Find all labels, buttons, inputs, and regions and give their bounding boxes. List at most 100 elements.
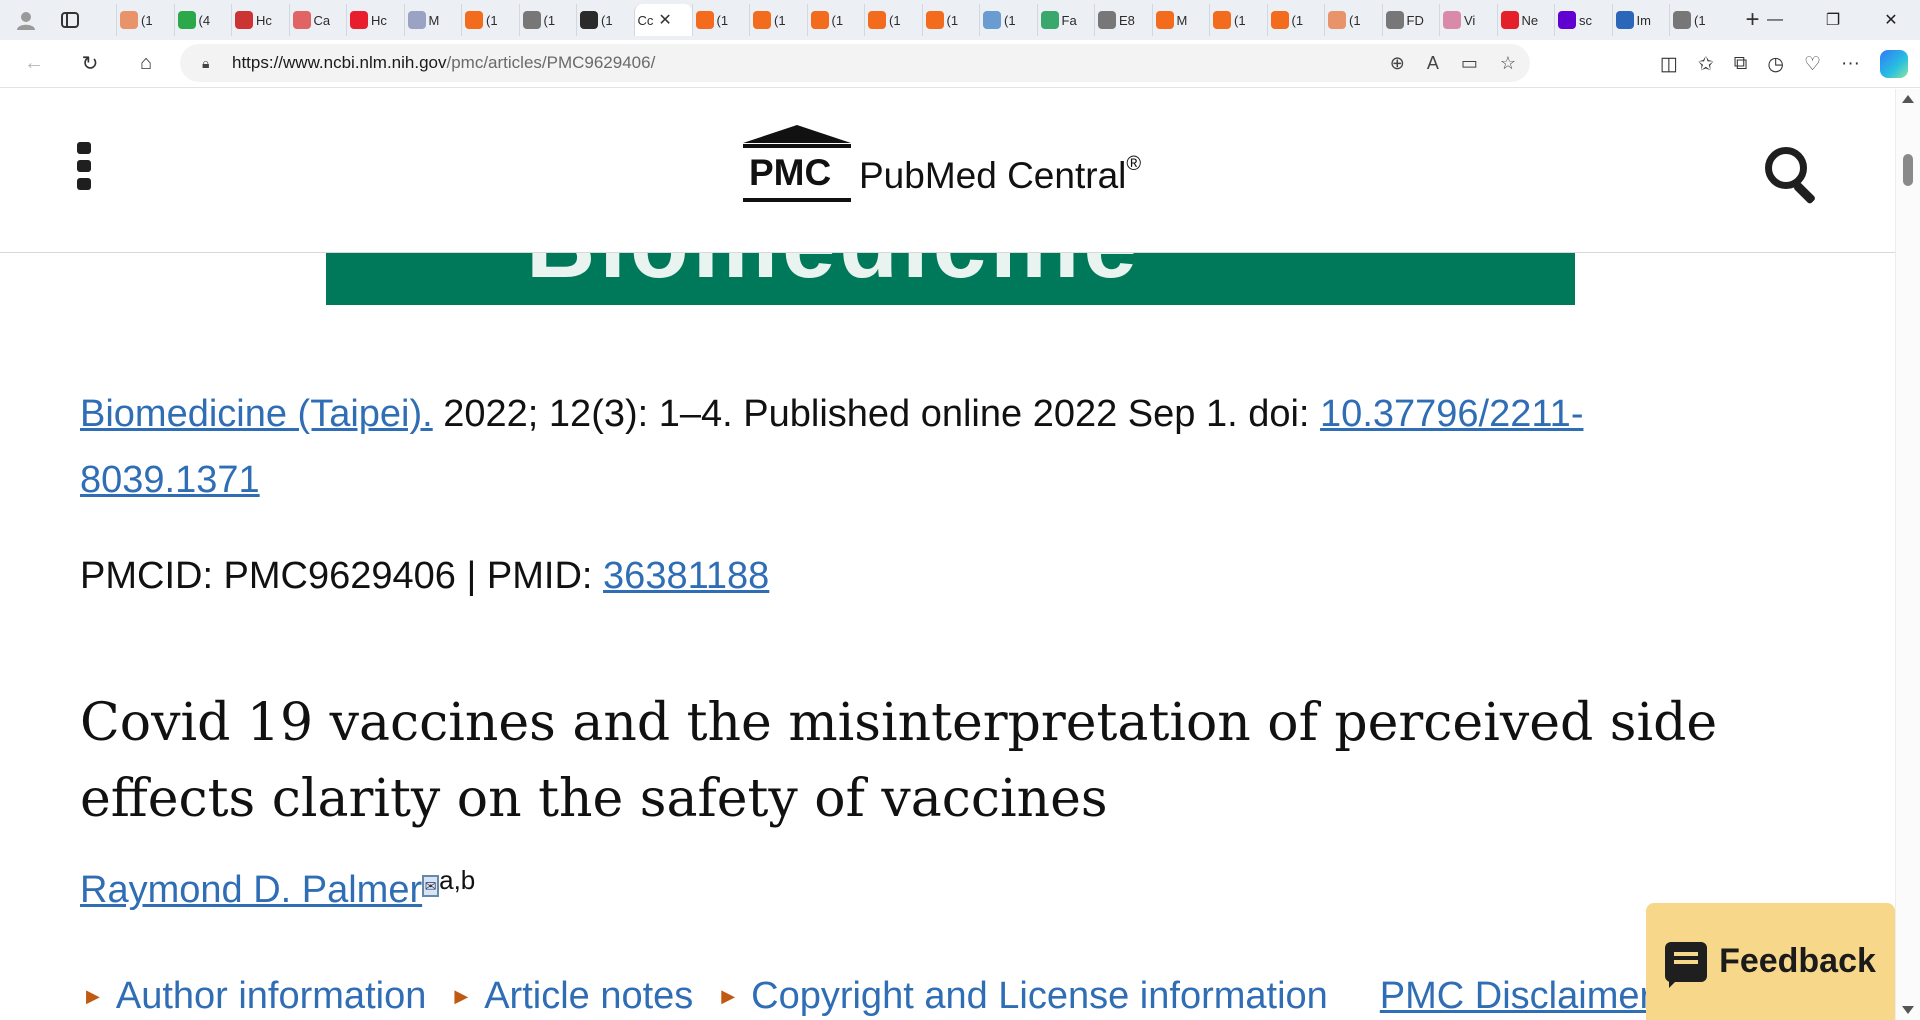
tab[interactable]: M: [403, 4, 462, 36]
tab[interactable]: FD: [1381, 4, 1440, 36]
author-link[interactable]: Raymond D. Palmer: [80, 869, 422, 911]
back-icon[interactable]: ←: [14, 44, 54, 84]
tab[interactable]: (1: [116, 4, 174, 36]
favorite-star-icon[interactable]: ☆: [1500, 53, 1516, 74]
g-icon: [177, 11, 196, 29]
address-bar[interactable]: 🔒︎ https://www.ncbi.nlm.nih.gov/pmc/arti…: [180, 44, 1530, 82]
tab[interactable]: (1: [576, 4, 634, 36]
tab-list: (1 (4 Hc Ca Hc M (1 (1 (1 Cc ✕ (1 (1 (1 (1 (1 (1 Fa E8 M (1 (…: [116, 0, 1727, 40]
citation: Biomedicine (Taipei). 2022; 12(3): 1–4. …: [80, 381, 1680, 513]
refresh-icon: [1040, 11, 1059, 29]
tab[interactable]: Ca: [288, 4, 347, 36]
tab[interactable]: (1: [1209, 4, 1267, 36]
tab-title: Fa: [1061, 12, 1077, 28]
close-icon[interactable]: ✕: [1862, 0, 1920, 40]
menu-icon[interactable]: [77, 142, 93, 190]
read-aloud-icon[interactable]: A: [1427, 53, 1439, 74]
tab-title: (1: [831, 12, 844, 28]
lock-icon[interactable]: 🔒︎: [202, 55, 220, 72]
drop-icon: [350, 11, 368, 29]
tab[interactable]: Hc: [231, 4, 289, 36]
page-viewport: PMC PubMed Central® Biomedicine Biomedic…: [0, 89, 1920, 1020]
zoom-icon[interactable]: ⊕: [1390, 53, 1405, 74]
tab-title: (1: [1349, 12, 1361, 28]
tab[interactable]: (1: [979, 4, 1037, 36]
tab[interactable]: (1: [921, 4, 980, 36]
tab-title: (1: [946, 12, 959, 28]
scrollbar-thumb[interactable]: [1903, 154, 1913, 186]
tab[interactable]: (1: [461, 4, 519, 36]
tab[interactable]: (1: [1324, 4, 1382, 36]
tab-title: Cc: [637, 12, 654, 28]
tab[interactable]: Fa: [1036, 4, 1095, 36]
tab-title: (1: [141, 12, 153, 28]
collections-icon[interactable]: ⧉: [1734, 53, 1748, 75]
scroll-down-icon[interactable]: [1902, 1006, 1914, 1014]
nfu-icon: [580, 11, 598, 29]
tab-title: (1: [601, 12, 613, 28]
search-icon[interactable]: [1762, 144, 1822, 205]
pmc-logo[interactable]: PMC PubMed Central®: [743, 125, 1141, 205]
expand-triangle-icon: ▶: [721, 986, 736, 1006]
copyright-toggle[interactable]: ▶ Copyright and License information: [721, 975, 1328, 1018]
pmc-logo-mark: PMC: [743, 125, 851, 205]
y-icon: [1558, 11, 1576, 29]
tab[interactable]: Ne: [1496, 4, 1555, 36]
shield-icon: [1615, 11, 1634, 29]
tab[interactable]: sc: [1554, 4, 1612, 36]
tab-title: (1: [716, 12, 729, 28]
browser-essentials-icon[interactable]: ♡: [1804, 53, 1821, 76]
bookmark-icon: [753, 11, 771, 29]
page-icon: [1098, 11, 1116, 29]
tab[interactable]: Hc: [346, 4, 404, 36]
tab[interactable]: Vi: [1439, 4, 1497, 36]
pmc-disclaimer-link[interactable]: PMC Disclaimer: [1380, 975, 1652, 1018]
tab-title: Hc: [371, 12, 387, 28]
author-information-toggle[interactable]: ▶ Author information: [86, 975, 426, 1018]
pmid-link[interactable]: 36381188: [603, 555, 769, 597]
immersive-reader-icon[interactable]: ▭: [1461, 53, 1478, 74]
author-list: Raymond D. Palmer ✉ a,b: [80, 865, 475, 912]
tab[interactable]: E8: [1094, 4, 1152, 36]
restore-icon[interactable]: ❐: [1804, 0, 1862, 40]
tab[interactable]: (1: [864, 4, 922, 36]
favorites-icon[interactable]: ✩: [1698, 53, 1714, 76]
feedback-button[interactable]: Feedback: [1646, 903, 1895, 1020]
more-menu-icon[interactable]: ···: [1841, 53, 1860, 75]
url-text: https://www.ncbi.nlm.nih.gov/pmc/article…: [232, 53, 655, 73]
history-icon[interactable]: ◷: [1767, 53, 1784, 76]
home-icon[interactable]: ⌂: [126, 44, 166, 84]
page-scrollbar[interactable]: [1895, 89, 1920, 1020]
article-notes-toggle[interactable]: ▶ Article notes: [454, 975, 693, 1018]
browser-toolbar: ← ↻ ⌂ 🔒︎ https://www.ncbi.nlm.nih.gov/pm…: [0, 40, 1920, 88]
split-screen-icon[interactable]: ◫: [1660, 53, 1678, 76]
tab-title: (1: [486, 12, 498, 28]
bookmark-icon: [1270, 11, 1289, 29]
r-icon: [1500, 11, 1519, 29]
tab[interactable]: (1: [1669, 4, 1727, 36]
journal-banner: Biomedicine: [326, 252, 1575, 305]
tab-active[interactable]: Cc ✕: [633, 4, 692, 36]
pmcid-text: PMCID: PMC9629406 | PMID:: [80, 555, 604, 597]
copyright-label: Copyright and License information: [751, 975, 1328, 1017]
email-icon[interactable]: ✉: [422, 875, 440, 897]
tab[interactable]: (1: [1266, 4, 1325, 36]
article-ids: PMCID: PMC9629406 | PMID: 36381188: [80, 555, 769, 598]
close-tab-icon[interactable]: ✕: [658, 10, 671, 30]
author-affiliations: a,b: [439, 865, 476, 895]
copilot-icon[interactable]: [1880, 50, 1908, 78]
tab[interactable]: Im: [1611, 4, 1670, 36]
tab-actions-icon[interactable]: [54, 4, 86, 36]
tab-title: (1: [1234, 12, 1246, 28]
tab[interactable]: (1: [518, 4, 577, 36]
journal-link[interactable]: Biomedicine (Taipei).: [80, 393, 433, 435]
refresh-icon[interactable]: ↻: [70, 44, 110, 84]
tab[interactable]: (1: [691, 4, 750, 36]
tab[interactable]: (1: [806, 4, 865, 36]
tab[interactable]: (4: [173, 4, 232, 36]
profile-icon[interactable]: [10, 4, 42, 36]
scroll-up-icon[interactable]: [1902, 95, 1914, 103]
tab[interactable]: (1: [749, 4, 807, 36]
minimize-icon[interactable]: —: [1746, 0, 1804, 40]
tab[interactable]: M: [1151, 4, 1210, 36]
